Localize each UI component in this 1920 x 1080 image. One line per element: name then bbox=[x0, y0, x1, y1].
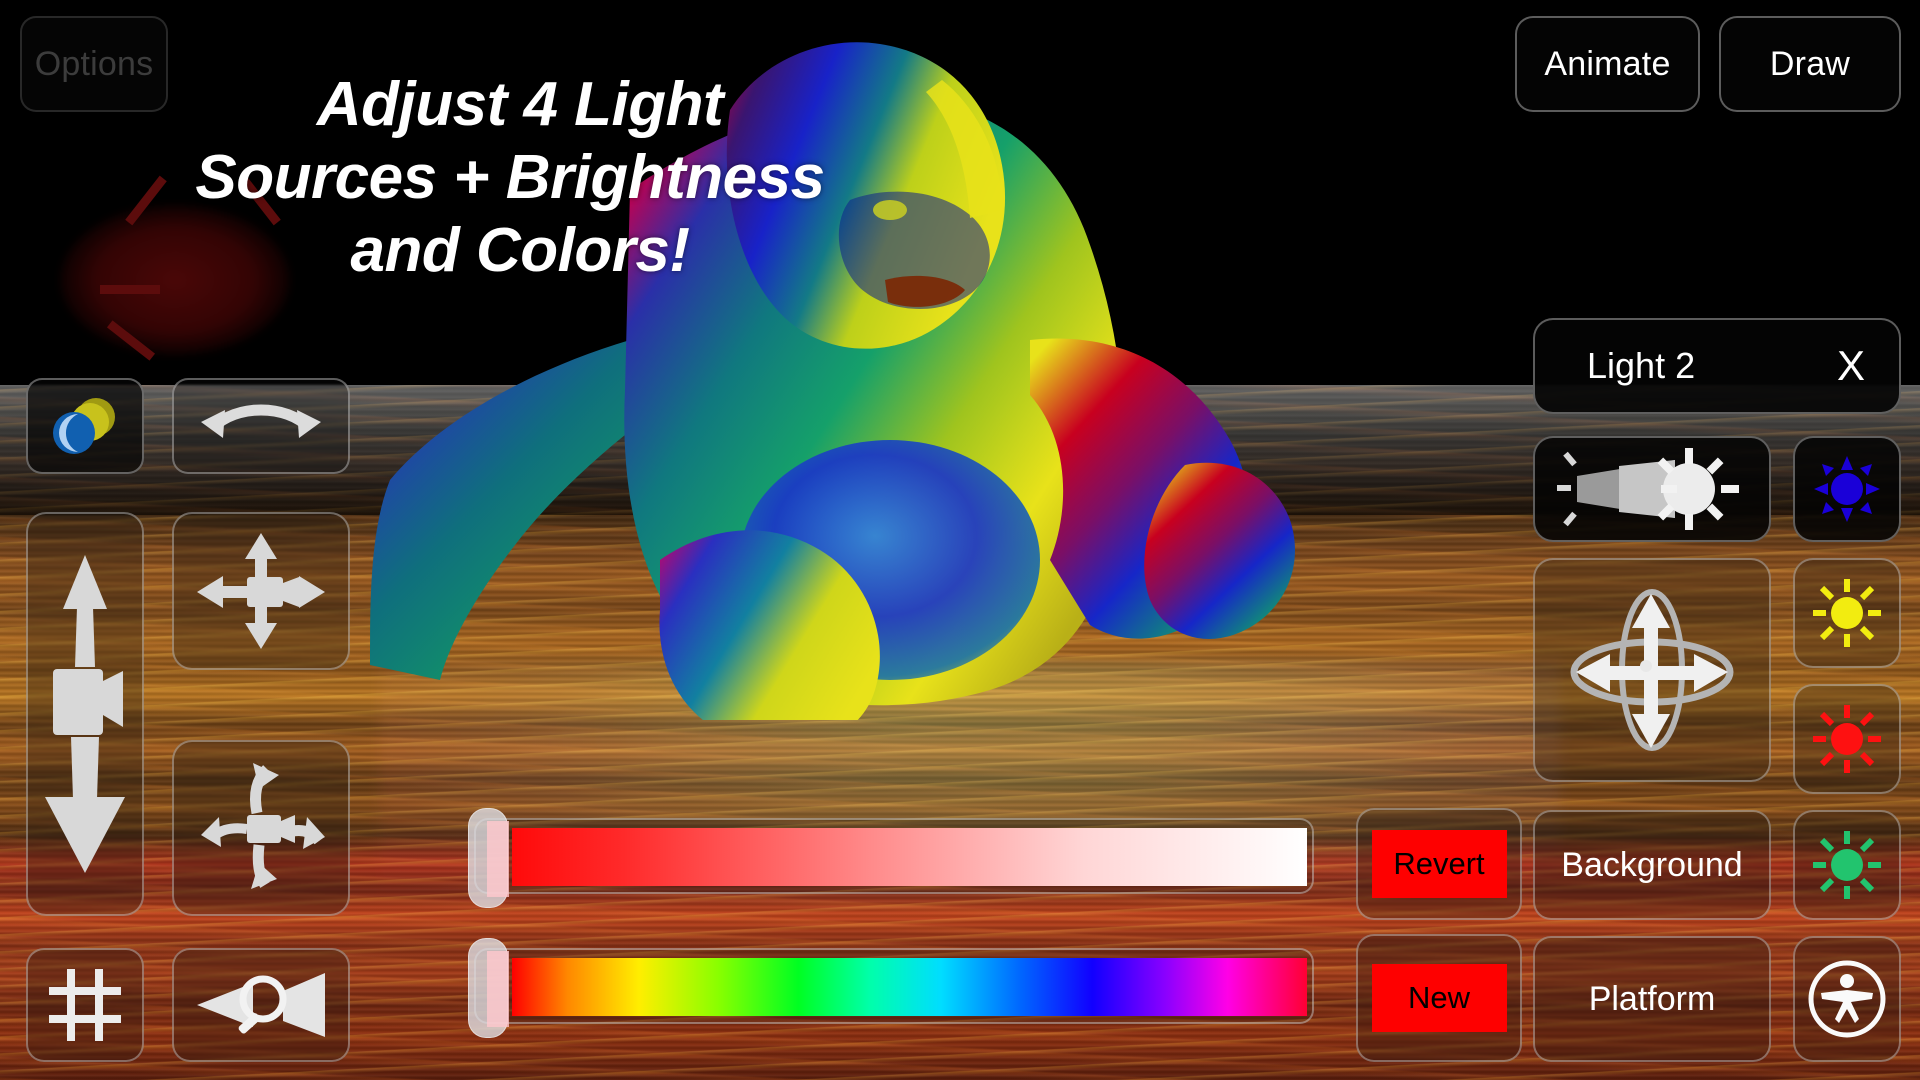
headline-line-3: and Colors! bbox=[350, 216, 690, 286]
promo-headline: Adjust 4 Light Sources + Brightness and … bbox=[60, 68, 960, 287]
light-move-button[interactable] bbox=[1533, 558, 1771, 782]
light-type-button[interactable] bbox=[1533, 436, 1771, 542]
accessibility-person-icon bbox=[1807, 959, 1887, 1039]
hue-slider-gradient bbox=[512, 958, 1307, 1016]
camera-orbit-button[interactable] bbox=[172, 740, 350, 916]
light-color-blue-button[interactable] bbox=[1793, 436, 1901, 542]
camera-four-way-arrows-icon bbox=[195, 531, 327, 651]
brightness-slider-gradient bbox=[512, 828, 1307, 886]
light-panel-title: Light 2 bbox=[1587, 345, 1696, 386]
hue-slider-thumb[interactable] bbox=[468, 938, 509, 1038]
platform-button[interactable]: Platform bbox=[1533, 936, 1771, 1062]
light-panel-header: Light 2 X bbox=[1533, 318, 1901, 414]
light-color-yellow-button[interactable] bbox=[1793, 558, 1901, 668]
brightness-slider[interactable] bbox=[468, 808, 1314, 908]
headline-line-2: Sources + Brightness bbox=[195, 143, 825, 213]
rotate-scene-button[interactable] bbox=[172, 378, 350, 474]
light-color-green-button[interactable] bbox=[1793, 810, 1901, 920]
camera-elevate-button[interactable] bbox=[26, 512, 144, 916]
grid-icon bbox=[47, 967, 123, 1043]
hue-slider[interactable] bbox=[468, 938, 1314, 1038]
brightness-slider-thumb[interactable] bbox=[468, 808, 509, 908]
draw-button-label: Draw bbox=[1769, 44, 1851, 83]
close-icon[interactable]: X bbox=[1837, 345, 1865, 387]
headline-line-1: Adjust 4 Light bbox=[316, 70, 724, 139]
accessibility-button[interactable] bbox=[1793, 936, 1901, 1062]
new-button-label: New bbox=[1371, 964, 1507, 1032]
camera-pan-button[interactable] bbox=[172, 512, 350, 670]
animate-button-label: Animate bbox=[1544, 44, 1671, 83]
sun-icon bbox=[1812, 454, 1882, 524]
sun-icon bbox=[1811, 577, 1883, 649]
material-spheres-button[interactable] bbox=[26, 378, 144, 474]
grid-toggle-button[interactable] bbox=[26, 948, 144, 1062]
background-button[interactable]: Background bbox=[1533, 810, 1771, 920]
magnifier-lens-icon bbox=[191, 965, 331, 1045]
camera-zoom-button[interactable] bbox=[172, 948, 350, 1062]
camera-curved-arrows-icon bbox=[195, 759, 327, 897]
draw-button[interactable]: Draw bbox=[1719, 16, 1901, 112]
app-root: Options Animate Draw Adjust 4 Light Sour… bbox=[0, 0, 1920, 1080]
light-color-red-button[interactable] bbox=[1793, 684, 1901, 794]
revert-button[interactable]: Revert bbox=[1356, 808, 1522, 920]
sun-icon bbox=[1811, 703, 1883, 775]
sun-icon bbox=[1811, 829, 1883, 901]
background-button-label: Background bbox=[1561, 845, 1743, 884]
camera-up-down-icon bbox=[37, 549, 133, 879]
animate-button[interactable]: Animate bbox=[1515, 16, 1700, 112]
orbit-move-icon bbox=[1562, 580, 1742, 760]
new-button[interactable]: New bbox=[1356, 934, 1522, 1062]
spotlight-beam-icon bbox=[1557, 446, 1747, 532]
curved-double-arrow-icon bbox=[195, 398, 327, 454]
platform-button-label: Platform bbox=[1588, 979, 1716, 1018]
two-spheres-icon bbox=[48, 395, 122, 457]
revert-button-label: Revert bbox=[1371, 830, 1507, 898]
